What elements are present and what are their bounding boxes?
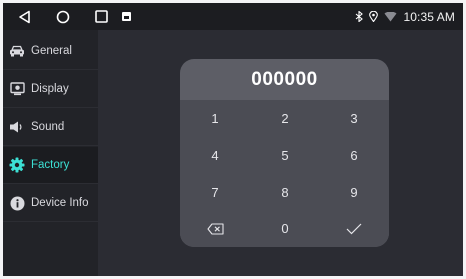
- recent-apps-button[interactable]: [91, 3, 111, 30]
- car-icon: [9, 43, 25, 59]
- key-6[interactable]: 6: [319, 137, 389, 174]
- check-icon: [346, 223, 362, 234]
- home-icon: [56, 10, 70, 23]
- sidebar-item-sound[interactable]: Sound: [3, 109, 98, 146]
- key-2[interactable]: 2: [250, 100, 320, 137]
- location-icon: [369, 11, 379, 22]
- code-display: 000000: [251, 69, 318, 90]
- speaker-icon: [9, 119, 25, 135]
- sidebar-item-label: Device Info: [31, 197, 89, 209]
- sidebar-item-label: General: [31, 45, 72, 57]
- wifi-icon: [384, 11, 397, 21]
- sidebar-item-general[interactable]: General: [3, 33, 98, 70]
- status-bar: 10:35 AM: [3, 3, 463, 30]
- confirm-button[interactable]: [319, 210, 389, 247]
- key-0[interactable]: 0: [250, 210, 320, 247]
- sidebar-item-label: Factory: [31, 159, 70, 171]
- gear-icon: [9, 157, 25, 173]
- key-5[interactable]: 5: [250, 137, 320, 174]
- display-icon: [9, 81, 25, 97]
- sidebar-item-device-info[interactable]: Device Info: [3, 185, 98, 222]
- screen: 10:35 AM General Display Sound Factory D…: [3, 3, 463, 276]
- password-dialog: 000000 1 2 3 4 5 6 7 8 9 0: [180, 59, 389, 247]
- backspace-icon: [206, 222, 224, 235]
- key-7[interactable]: 7: [180, 174, 250, 211]
- key-8[interactable]: 8: [250, 174, 320, 211]
- clock: 10:35 AM: [403, 9, 455, 24]
- number-keypad: 1 2 3 4 5 6 7 8 9 0: [180, 100, 389, 247]
- status-indicators: 10:35 AM: [355, 3, 455, 30]
- settings-sidebar: General Display Sound Factory Device Inf…: [3, 30, 98, 276]
- sidebar-item-label: Sound: [31, 121, 65, 133]
- info-icon: [9, 195, 25, 211]
- key-9[interactable]: 9: [319, 174, 389, 211]
- key-1[interactable]: 1: [180, 100, 250, 137]
- sidebar-item-display[interactable]: Display: [3, 71, 98, 108]
- notification-button[interactable]: [119, 3, 133, 30]
- back-icon: [19, 10, 30, 23]
- bluetooth-icon: [356, 11, 364, 22]
- back-button[interactable]: [15, 3, 35, 30]
- sidebar-item-factory[interactable]: Factory: [3, 147, 98, 184]
- home-button[interactable]: [53, 3, 73, 30]
- key-4[interactable]: 4: [180, 137, 250, 174]
- notification-icon: [121, 12, 131, 21]
- sidebar-item-label: Display: [31, 83, 69, 95]
- backspace-button[interactable]: [180, 210, 250, 247]
- key-3[interactable]: 3: [319, 100, 389, 137]
- recent-apps-icon: [94, 10, 108, 23]
